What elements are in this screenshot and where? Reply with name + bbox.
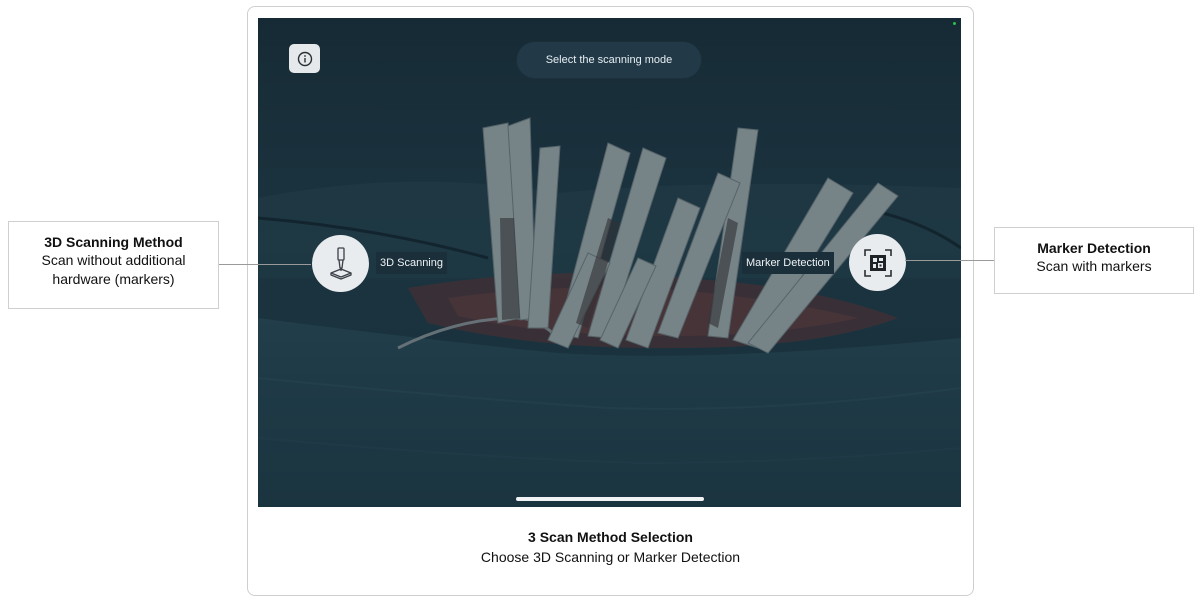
marker-qr-icon — [863, 248, 892, 277]
info-icon — [297, 51, 312, 66]
callout-3d-scanning: 3D Scanning Method Scan without addition… — [8, 221, 219, 309]
marker-detection-button[interactable] — [849, 234, 906, 291]
callout-description-line: Scan with markers — [1036, 258, 1152, 274]
scan-3d-button[interactable] — [312, 235, 369, 292]
app-screen: Select the scanning mode 3D Scanning Mar… — [258, 18, 961, 507]
info-button[interactable] — [289, 44, 320, 73]
scanning-mode-prompt: Select the scanning mode — [517, 42, 701, 78]
caption-description: Choose 3D Scanning or Marker Detection — [480, 549, 741, 565]
marker-detection-label[interactable]: Marker Detection — [742, 252, 834, 274]
callout-title: Marker Detection — [1037, 240, 1151, 256]
callout-description-line: Scan without additional — [41, 252, 186, 268]
status-indicator-dot — [953, 22, 956, 25]
callout-connector-right — [905, 260, 994, 261]
callout-marker-detection: Marker Detection Scan with markers — [994, 227, 1194, 294]
figure-caption: 3 Scan Method Selection Choose 3D Scanni… — [247, 527, 974, 567]
callout-title: 3D Scanning Method — [44, 234, 183, 250]
callout-description-line: hardware (markers) — [52, 271, 175, 287]
scan-3d-label[interactable]: 3D Scanning — [376, 252, 447, 274]
home-indicator[interactable] — [516, 497, 704, 501]
callout-connector-left — [219, 264, 311, 265]
scanner-tool-icon — [329, 246, 352, 280]
caption-title: 3 Scan Method Selection — [528, 529, 693, 545]
